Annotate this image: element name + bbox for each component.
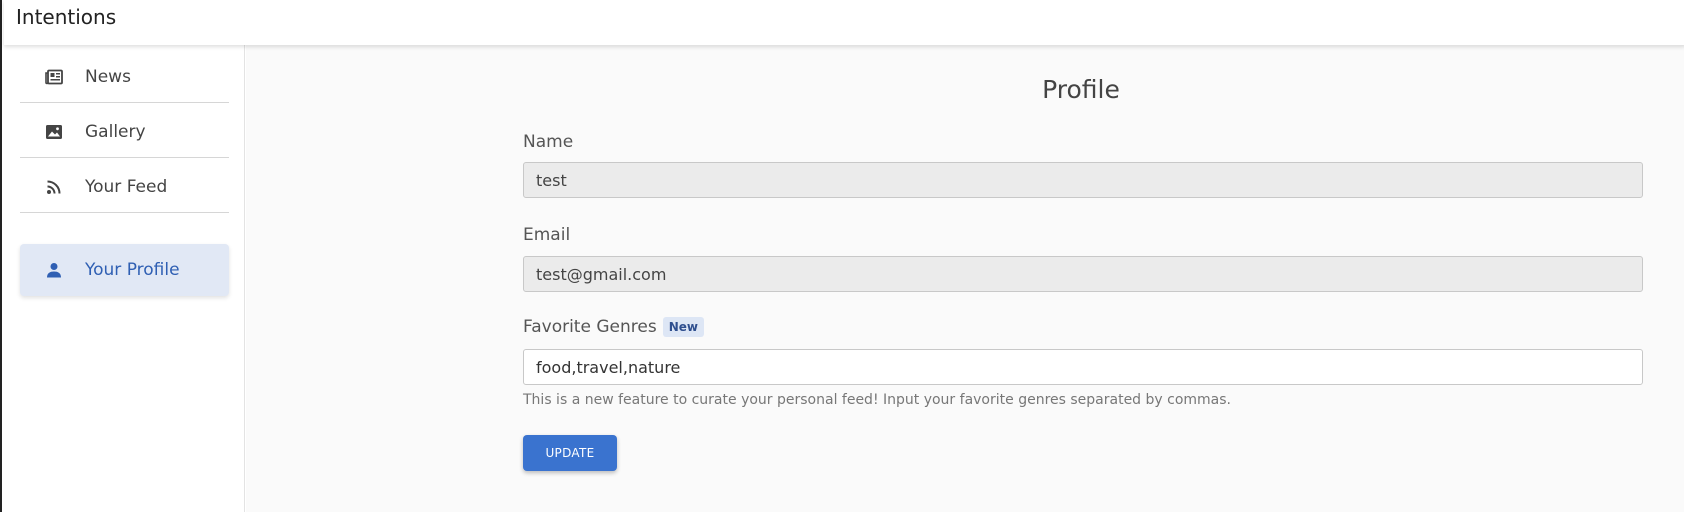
- name-label: Name: [523, 132, 574, 152]
- sidebar-item-news[interactable]: News: [20, 51, 229, 103]
- genres-helper-text: This is a new feature to curate your per…: [523, 392, 1232, 408]
- name-field: [523, 162, 1643, 198]
- person-icon: [44, 260, 64, 280]
- genres-label-row: Favorite Genres New: [523, 317, 704, 337]
- page-title: Profile: [1042, 75, 1120, 104]
- sidebar-item-your-profile[interactable]: Your Profile: [20, 244, 229, 296]
- sidebar: News Gallery Your Feed Your Profile: [4, 45, 245, 512]
- email-label: Email: [523, 225, 571, 245]
- newspaper-icon: [44, 67, 64, 87]
- sidebar-item-your-feed[interactable]: Your Feed: [20, 161, 229, 213]
- top-bar: Intentions: [4, 0, 1684, 45]
- sidebar-item-label: Your Profile: [85, 260, 180, 280]
- email-field: [523, 256, 1643, 292]
- update-button[interactable]: UPDATE: [523, 435, 617, 471]
- genres-label: Favorite Genres: [523, 317, 657, 337]
- sidebar-item-label: Your Feed: [85, 176, 168, 197]
- app-title: Intentions: [16, 5, 117, 29]
- image-icon: [44, 122, 64, 142]
- sidebar-item-gallery[interactable]: Gallery: [20, 106, 229, 158]
- app-window: Intentions News Gallery Your Feed Your P…: [0, 0, 1684, 512]
- sidebar-item-label: Gallery: [85, 121, 146, 142]
- rss-icon: [44, 177, 64, 197]
- genres-input[interactable]: [523, 349, 1643, 385]
- sidebar-item-label: News: [85, 66, 131, 87]
- main-content: Profile Name Email Favorite Genres New T…: [246, 45, 1684, 512]
- new-badge: New: [662, 317, 704, 337]
